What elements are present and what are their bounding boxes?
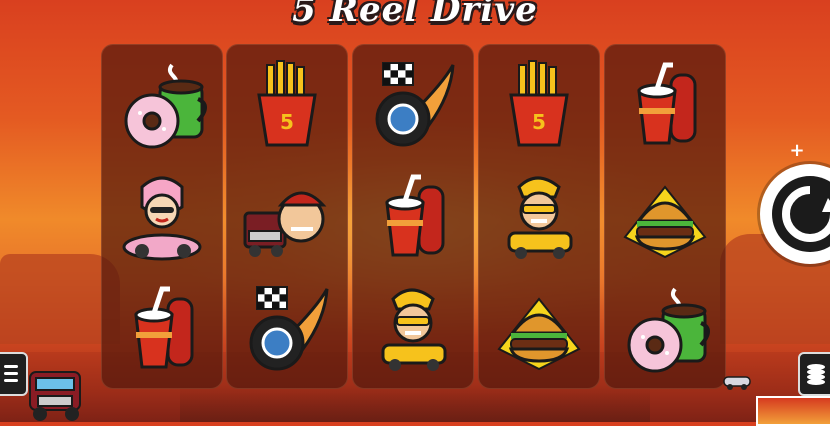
symbol-fries: 5 bbox=[484, 51, 594, 159]
svg-text:5: 5 bbox=[532, 110, 546, 134]
symbol-burger bbox=[610, 163, 720, 271]
symbol-checkered-wheel bbox=[232, 275, 342, 383]
symbol-soda-bottle bbox=[107, 275, 217, 383]
symbol-burger bbox=[484, 275, 594, 383]
symbol-taxi-driver bbox=[484, 163, 594, 271]
symbol-donut-coffee bbox=[107, 51, 217, 159]
truck-mascot bbox=[29, 371, 81, 421]
reel-3 bbox=[352, 44, 474, 389]
coins-icon bbox=[807, 364, 825, 385]
svg-text:5: 5 bbox=[280, 110, 294, 134]
car-on-road bbox=[723, 376, 751, 390]
reel-1 bbox=[101, 44, 223, 389]
menu-icon-bar-3 bbox=[4, 379, 18, 382]
spin-icon bbox=[772, 176, 830, 252]
road bbox=[180, 384, 650, 422]
game-logo: 5 Reel Drive bbox=[292, 0, 538, 30]
spin-controls: + bbox=[760, 140, 830, 280]
symbol-taxi-driver bbox=[358, 275, 468, 383]
spin-button[interactable] bbox=[760, 164, 830, 264]
bet-coins-button[interactable] bbox=[798, 352, 830, 396]
symbol-fries: 5 bbox=[232, 51, 342, 159]
reel-4: 5 bbox=[478, 44, 600, 389]
symbol-trucker bbox=[232, 163, 342, 271]
symbol-soda-bottle bbox=[358, 163, 468, 271]
symbol-donut-coffee bbox=[610, 275, 720, 383]
reel-5 bbox=[604, 44, 726, 389]
menu-icon-bar-2 bbox=[4, 372, 18, 375]
reel-2: 5 bbox=[226, 44, 348, 389]
symbol-pin-up-girl bbox=[107, 163, 217, 271]
menu-icon-bar-1 bbox=[4, 365, 18, 368]
symbol-checkered-wheel bbox=[358, 51, 468, 159]
symbol-soda-bottle bbox=[610, 51, 720, 159]
bet-increase-button[interactable]: + bbox=[786, 140, 808, 162]
